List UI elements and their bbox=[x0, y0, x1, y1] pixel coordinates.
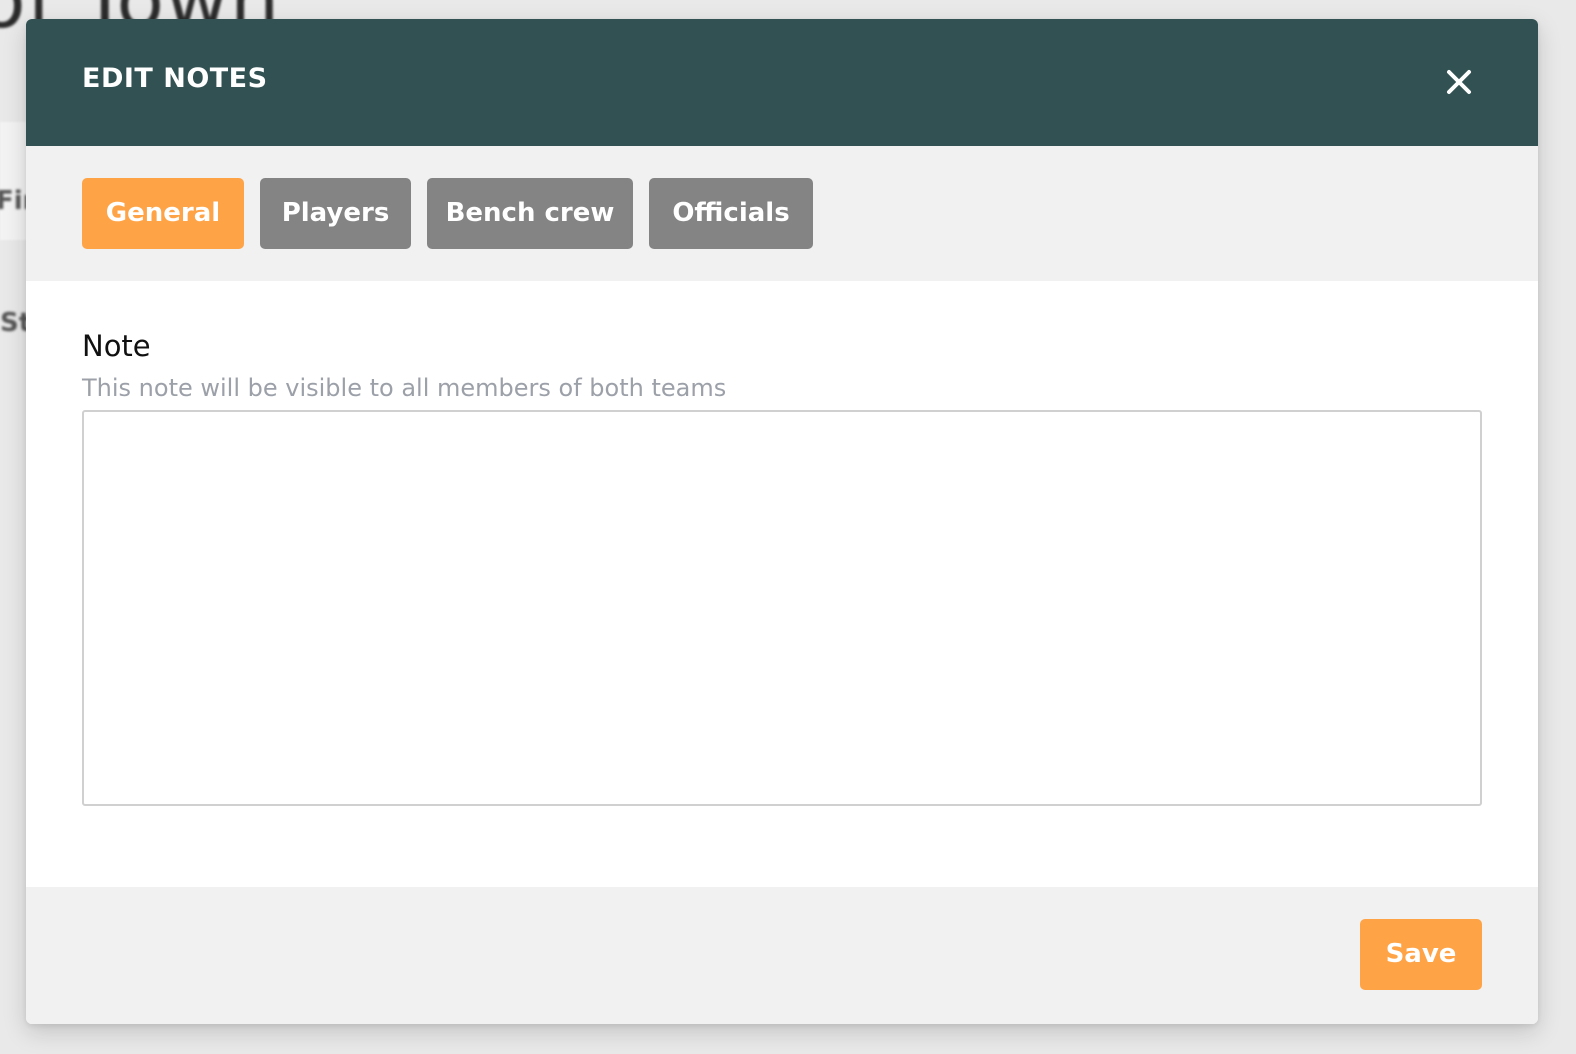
close-icon[interactable] bbox=[1440, 63, 1478, 101]
tab-general[interactable]: General bbox=[82, 178, 244, 249]
tab-players[interactable]: Players bbox=[260, 178, 411, 249]
modal-content: Note This note will be visible to all me… bbox=[26, 281, 1538, 887]
modal-footer: Save bbox=[26, 887, 1538, 1024]
note-help-text: This note will be visible to all members… bbox=[82, 374, 727, 402]
modal-header: EDIT NOTES bbox=[26, 19, 1538, 146]
note-label: Note bbox=[82, 329, 151, 363]
tab-officials[interactable]: Officials bbox=[649, 178, 813, 249]
edit-notes-modal: EDIT NOTES General Players Bench crew Of… bbox=[26, 19, 1538, 1024]
note-textarea[interactable] bbox=[82, 410, 1482, 806]
modal-title: EDIT NOTES bbox=[82, 63, 268, 94]
tab-bench-crew[interactable]: Bench crew bbox=[427, 178, 633, 249]
save-button[interactable]: Save bbox=[1360, 919, 1482, 990]
tabs-bar: General Players Bench crew Officials bbox=[26, 146, 1538, 281]
